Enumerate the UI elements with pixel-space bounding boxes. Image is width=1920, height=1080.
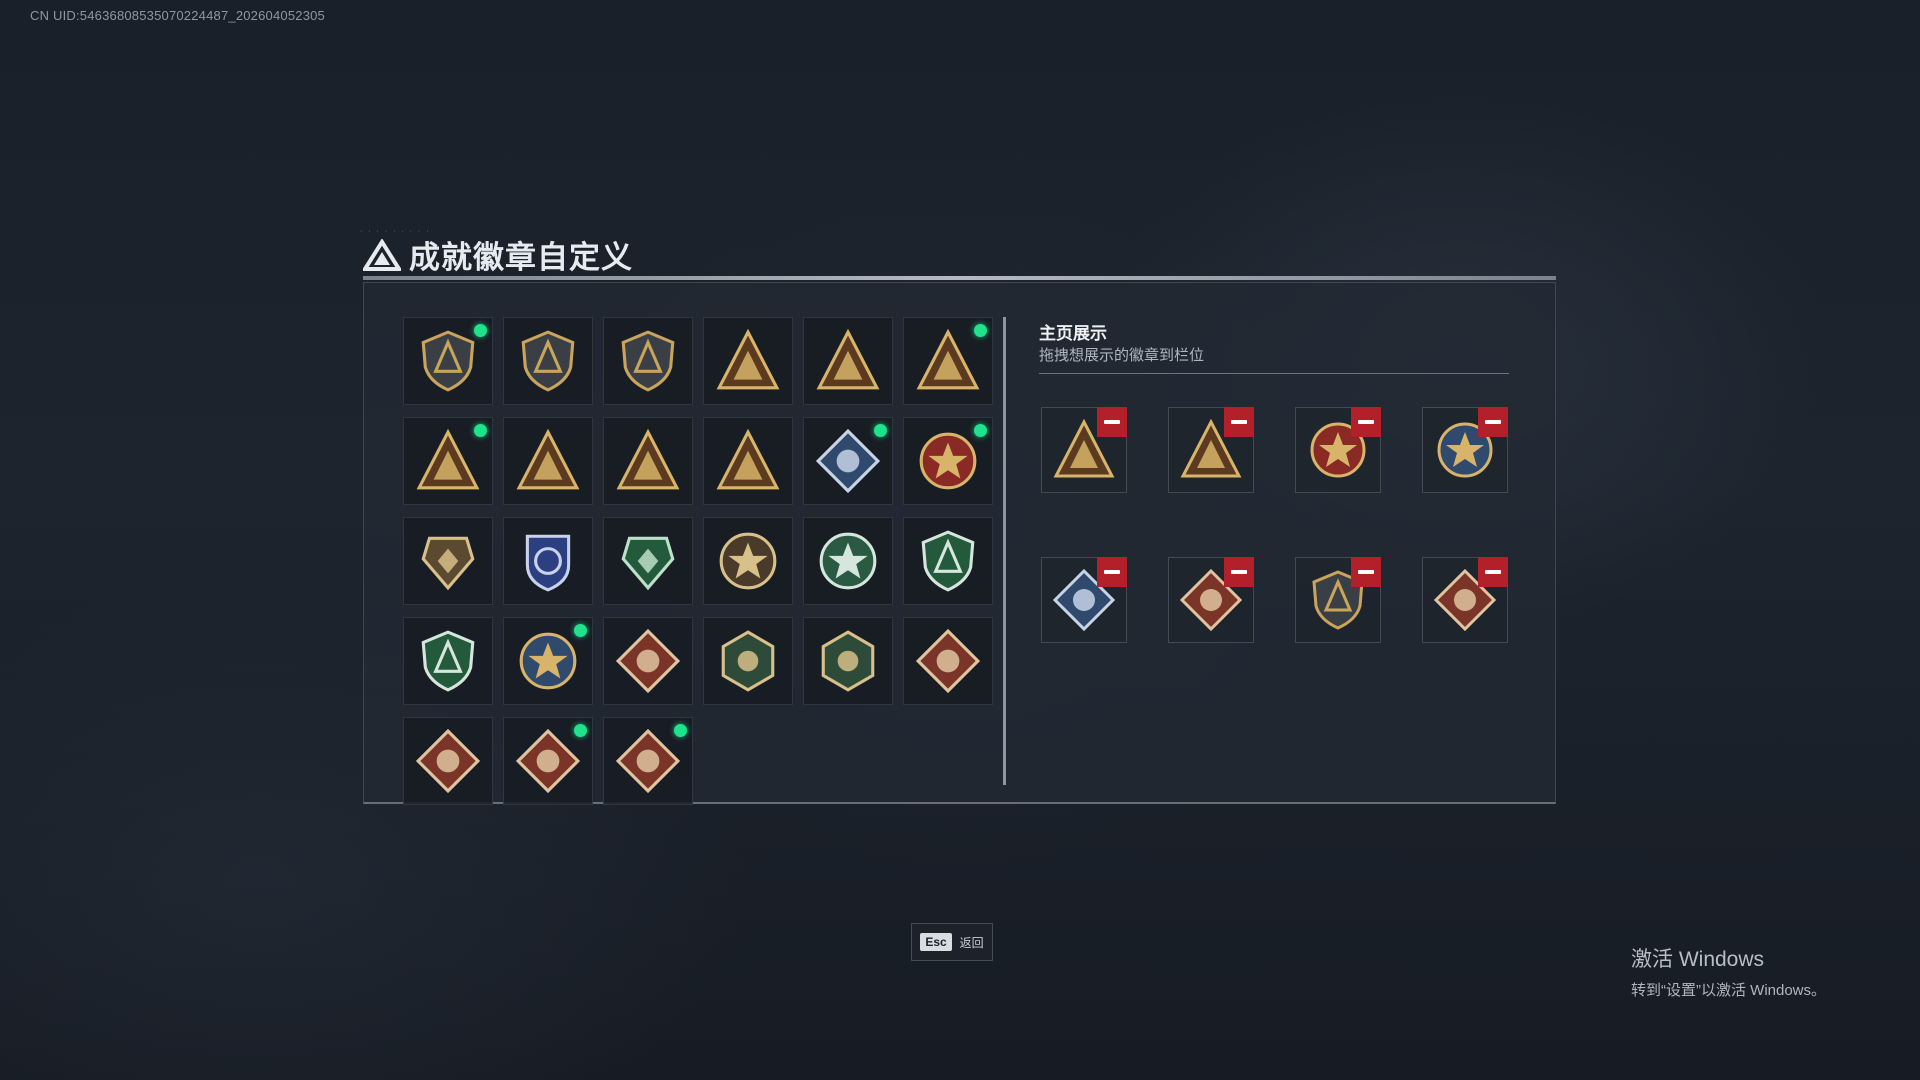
badge-cell[interactable]: [503, 417, 593, 505]
remove-badge-button[interactable]: [1097, 557, 1127, 587]
badge-cell[interactable]: [603, 417, 693, 505]
new-indicator-dot: [474, 324, 487, 337]
new-indicator-dot: [474, 424, 487, 437]
showcase-slot[interactable]: [1168, 557, 1254, 643]
panel-top-line: [363, 276, 1556, 280]
badge-cell[interactable]: [603, 317, 693, 405]
back-label: 返回: [959, 935, 984, 950]
remove-badge-button[interactable]: [1224, 557, 1254, 587]
green-hex-wasp-icon: [721, 630, 775, 692]
new-indicator-dot: [574, 724, 587, 737]
showcase-slot[interactable]: [1422, 407, 1508, 493]
new-indicator-dot: [974, 424, 987, 437]
triangle-5r-icon: [716, 328, 780, 390]
showcase-slot[interactable]: [1422, 557, 1508, 643]
page-header: 成就徽章自定义: [363, 232, 633, 277]
badge-cell[interactable]: [703, 617, 793, 705]
badge-cell[interactable]: [903, 517, 993, 605]
remove-badge-button[interactable]: [1224, 407, 1254, 437]
badge-cell[interactable]: [803, 317, 893, 405]
badge-cell[interactable]: [403, 617, 493, 705]
badge-cell[interactable]: [603, 517, 693, 605]
badge-cell[interactable]: [603, 617, 693, 705]
badge-cell[interactable]: [703, 417, 793, 505]
red-diamond-vest-icon: [615, 728, 681, 794]
gold-hex-shield-icon: [421, 536, 475, 591]
badge-cell[interactable]: [703, 517, 793, 605]
new-indicator-dot: [874, 424, 887, 437]
badge-cell[interactable]: [503, 717, 593, 805]
showcase-title: 主页展示: [1039, 324, 1107, 343]
badge-cell[interactable]: [403, 717, 493, 805]
diamond-blue-launcher-icon: [815, 428, 881, 494]
windows-activation-subtitle: 转到“设置”以激活 Windows。: [1631, 982, 1827, 999]
badge-cell[interactable]: [603, 717, 693, 805]
badge-grid: [403, 317, 993, 805]
red-diamond-dragon-head-icon: [415, 728, 481, 794]
red-star-medal-icon: [919, 432, 977, 490]
showcase-slot[interactable]: [1041, 407, 1127, 493]
badge-cell[interactable]: [503, 517, 593, 605]
triangle-number-one-icon: [516, 428, 580, 490]
green-wreath-rifle-icon: [921, 530, 975, 592]
green-hex-figure-icon: [821, 630, 875, 692]
badge-cell[interactable]: [903, 417, 993, 505]
showcase-slot[interactable]: [1168, 407, 1254, 493]
panel-divider[interactable]: [1003, 317, 1006, 785]
uid-text: CN UID:5463680853507022448​7_20260405230…: [30, 8, 325, 23]
badge-cell[interactable]: [803, 617, 893, 705]
gold-shield-sword-icon: [621, 330, 675, 392]
red-diamond-wolf-icon: [615, 628, 681, 694]
showcase-subtitle: 拖拽想展示的徽章到栏位: [1039, 347, 1205, 364]
badge-cell[interactable]: [403, 417, 493, 505]
triangle-warrior-icon: [716, 428, 780, 490]
new-indicator-dot: [974, 324, 987, 337]
logo-triangle-icon: [363, 238, 401, 271]
remove-badge-button[interactable]: [1351, 407, 1381, 437]
red-diamond-runner-icon: [515, 728, 581, 794]
windows-activation-title: 激活 Windows: [1631, 948, 1765, 971]
red-diamond-dragon-icon: [915, 628, 981, 694]
blue-police-shield-icon: [525, 534, 571, 592]
triangle-5b-icon: [816, 328, 880, 390]
new-indicator-dot: [674, 724, 687, 737]
remove-badge-button[interactable]: [1097, 407, 1127, 437]
showcase-slot[interactable]: [1295, 407, 1381, 493]
green-gear-skull-icon: [819, 532, 877, 590]
badge-cell[interactable]: [803, 417, 893, 505]
green-hex-shield-icon: [621, 536, 675, 591]
esc-key-icon: Esc: [920, 933, 952, 951]
new-indicator-dot: [574, 624, 587, 637]
showcase-slot[interactable]: [1295, 557, 1381, 643]
gold-eagle-crest-icon: [519, 632, 577, 690]
badge-cell[interactable]: [803, 517, 893, 605]
badge-cell[interactable]: [703, 317, 793, 405]
showcase-divider: [1039, 373, 1509, 374]
badge-cell[interactable]: [403, 517, 493, 605]
remove-badge-button[interactable]: [1351, 557, 1381, 587]
showcase-slot[interactable]: [1041, 557, 1127, 643]
gold-shield-triangle-icon: [421, 330, 475, 392]
remove-badge-button[interactable]: [1478, 407, 1508, 437]
green-wreath-gun-icon: [421, 630, 475, 692]
gold-shield-helicopter-icon: [521, 330, 575, 392]
triangle-helmet-icon: [916, 328, 980, 390]
crosshair-skull-icon: [719, 532, 777, 590]
windows-activation-watermark: 激活 Windows 转到“设置”以激活 Windows。: [1631, 943, 1826, 1000]
badge-cell[interactable]: [903, 617, 993, 705]
triangle-soldier-icon: [616, 428, 680, 490]
triangle-tank-icon: [416, 428, 480, 490]
back-button[interactable]: Esc 返回: [911, 923, 993, 961]
badge-cell[interactable]: [903, 317, 993, 405]
badge-cell[interactable]: [503, 317, 593, 405]
page-title: 成就徽章自定义: [409, 240, 633, 275]
badge-cell[interactable]: [503, 617, 593, 705]
badge-cell[interactable]: [403, 317, 493, 405]
remove-badge-button[interactable]: [1478, 557, 1508, 587]
